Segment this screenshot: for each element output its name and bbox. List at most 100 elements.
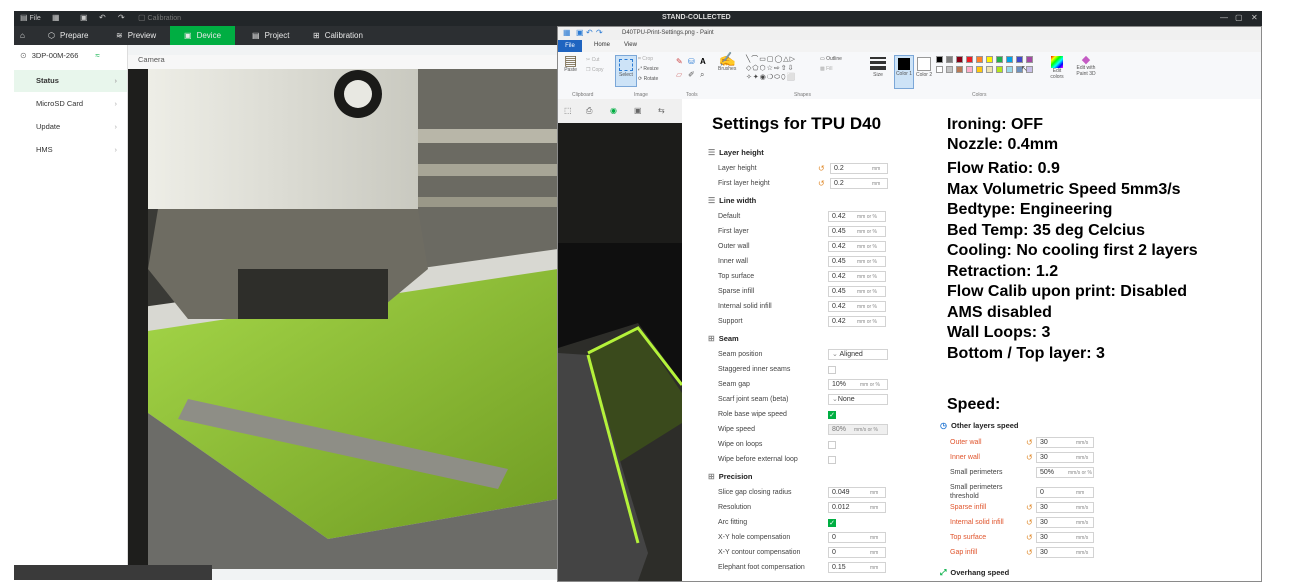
tab-prepare[interactable]: ⬡ Prepare bbox=[48, 26, 88, 45]
tab-calibration[interactable]: ⊞ Calibration bbox=[313, 26, 363, 45]
palette-swatch[interactable] bbox=[946, 66, 953, 73]
tab-device[interactable]: ▣ Device bbox=[170, 26, 236, 45]
palette-swatch[interactable] bbox=[986, 66, 993, 73]
palette-swatch[interactable] bbox=[996, 66, 1003, 73]
device-selector[interactable]: ⊙ 3DP-00M-266 ≈ bbox=[20, 51, 100, 60]
settings-note: Bedtype: Engineering bbox=[947, 201, 1113, 218]
maximize-icon[interactable]: ▢ bbox=[1235, 14, 1243, 22]
grid-icon[interactable]: ▦ bbox=[52, 14, 60, 22]
calibration-menu[interactable]: ▢ Calibration bbox=[138, 14, 181, 23]
setting-checkbox[interactable]: ✓ bbox=[828, 519, 836, 527]
reset-icon[interactable]: ↺ bbox=[1026, 548, 1033, 557]
reset-icon[interactable]: ↺ bbox=[818, 179, 825, 188]
rotate-icon: ⟳ bbox=[638, 76, 643, 82]
undo-icon[interactable]: ↶ bbox=[586, 29, 593, 37]
size-button[interactable]: Size bbox=[870, 57, 886, 78]
reset-icon[interactable]: ↺ bbox=[1026, 453, 1033, 462]
seam-position-select[interactable]: ⌄ Aligned bbox=[828, 349, 888, 360]
reset-icon[interactable]: ↺ bbox=[818, 164, 825, 173]
home-button[interactable]: ⌂ bbox=[20, 26, 25, 45]
seam-gap-label: Seam gap bbox=[718, 381, 750, 388]
sidebar-item-status[interactable]: Status › bbox=[14, 70, 127, 92]
redo-icon[interactable]: ↷ bbox=[596, 29, 603, 37]
reset-icon[interactable]: ↺ bbox=[1026, 503, 1033, 512]
sidebar-item-update[interactable]: Update › bbox=[14, 116, 127, 138]
wifi-icon: ≈ bbox=[95, 50, 100, 60]
crop-button[interactable]: ⌗ Crop bbox=[638, 56, 653, 62]
rotate-button[interactable]: ⟳ Rotate bbox=[638, 76, 658, 82]
paint-view-tab[interactable]: View bbox=[624, 42, 637, 48]
text-icon[interactable]: A bbox=[700, 57, 706, 66]
close-icon[interactable]: ✕ bbox=[1251, 14, 1258, 22]
speed-unit: mm/s bbox=[1076, 520, 1089, 526]
edit-paint3d-button[interactable]: ◆ Edit with Paint 3D bbox=[1072, 55, 1100, 78]
scarf-seam-select[interactable]: ⌄None bbox=[828, 394, 888, 405]
resize-button[interactable]: ⤢ Resize bbox=[638, 66, 659, 72]
palette-swatch[interactable] bbox=[956, 66, 963, 73]
paste-button[interactable]: ▤ Paste bbox=[564, 53, 577, 73]
outline-dropdown[interactable]: ▭ Outline bbox=[820, 56, 842, 62]
settings-note: Ironing: OFF bbox=[947, 116, 1043, 133]
edit-colors-button[interactable]: Edit colors bbox=[1046, 56, 1068, 80]
magnifier-icon[interactable]: ⌕ bbox=[700, 70, 704, 80]
select-button[interactable]: Select bbox=[615, 55, 637, 87]
palette-swatch[interactable] bbox=[1006, 56, 1013, 63]
tab-project[interactable]: ▤ Project bbox=[252, 26, 289, 45]
save-icon[interactable]: ▣ bbox=[80, 14, 88, 22]
palette-swatch[interactable] bbox=[1016, 56, 1023, 63]
camera-feed bbox=[128, 69, 558, 569]
reset-icon[interactable]: ↺ bbox=[1026, 518, 1033, 527]
speed-input[interactable]: 0 bbox=[1036, 487, 1094, 498]
cut-button[interactable]: ✂ Cut bbox=[586, 57, 599, 63]
wipe-loops-checkbox[interactable] bbox=[828, 441, 836, 449]
palette-swatch[interactable] bbox=[976, 66, 983, 73]
copy-icon: ❐ bbox=[586, 67, 591, 73]
palette-swatch[interactable] bbox=[976, 56, 983, 63]
camera-thumbnail[interactable] bbox=[14, 565, 212, 580]
save-icon[interactable]: ▣ bbox=[576, 29, 584, 37]
shapes-gallery[interactable]: ╲⌒▭▢◯△▷ ◇⬠⬡☆⇨⇧⇩ ✧✦◉❍⬭⬯⬜ bbox=[746, 55, 814, 83]
staggered-seams-label: Staggered inner seams bbox=[718, 366, 791, 373]
speed-label: Inner wall bbox=[950, 454, 980, 461]
palette-swatch[interactable] bbox=[996, 56, 1003, 63]
speed-clock-icon: ◷ bbox=[940, 420, 947, 430]
undo-icon[interactable]: ↶ bbox=[99, 14, 106, 22]
palette-swatch[interactable] bbox=[1006, 66, 1013, 73]
speed-label: Small perimeters bbox=[950, 484, 1003, 491]
palette-swatch[interactable] bbox=[986, 56, 993, 63]
fill-bucket-icon[interactable]: ⛁ bbox=[688, 57, 695, 66]
color2-button[interactable]: Color 2 bbox=[916, 55, 932, 78]
sidebar-item-hms[interactable]: HMS › bbox=[14, 139, 127, 161]
file-menu[interactable]: ▤ File bbox=[20, 14, 41, 23]
mini-camera-svg bbox=[558, 123, 682, 581]
wipe-before-checkbox[interactable] bbox=[828, 456, 836, 464]
palette-swatch[interactable] bbox=[956, 56, 963, 63]
color1-button[interactable]: Color 1 bbox=[894, 55, 914, 89]
paint-home-tab[interactable]: Home bbox=[594, 42, 610, 48]
redo-icon[interactable]: ↷ bbox=[118, 14, 125, 22]
colors-group-label: Colors bbox=[972, 92, 987, 98]
sidebar-item-microsd[interactable]: MicroSD Card › bbox=[14, 93, 127, 115]
pencil-icon[interactable]: ✎ bbox=[676, 57, 683, 66]
setting-unit: mm or % bbox=[857, 259, 877, 265]
minimize-icon[interactable]: — bbox=[1220, 14, 1228, 22]
palette-swatch[interactable] bbox=[936, 66, 943, 73]
tab-preview[interactable]: ≋ Preview bbox=[116, 26, 156, 45]
role-base-wipe-checkbox[interactable]: ✓ bbox=[828, 411, 836, 419]
eraser-icon[interactable]: ▱ bbox=[676, 70, 682, 79]
fill-dropdown[interactable]: ▩ Fill bbox=[820, 66, 833, 72]
staggered-seams-checkbox[interactable] bbox=[828, 366, 836, 374]
brushes-button[interactable]: ✍ Brushes bbox=[718, 52, 736, 72]
palette-swatch[interactable] bbox=[1026, 56, 1033, 63]
mouse-cursor-icon: ↖ bbox=[1021, 64, 1028, 73]
paint-file-tab[interactable]: File bbox=[558, 40, 582, 52]
setting-value: 0.42 bbox=[832, 213, 846, 220]
palette-swatch[interactable] bbox=[966, 66, 973, 73]
color-picker-icon[interactable]: ✐ bbox=[688, 70, 695, 79]
copy-button[interactable]: ❐ Copy bbox=[586, 67, 604, 73]
reset-icon[interactable]: ↺ bbox=[1026, 533, 1033, 542]
reset-icon[interactable]: ↺ bbox=[1026, 438, 1033, 447]
palette-swatch[interactable] bbox=[946, 56, 953, 63]
palette-swatch[interactable] bbox=[936, 56, 943, 63]
palette-swatch[interactable] bbox=[966, 56, 973, 63]
